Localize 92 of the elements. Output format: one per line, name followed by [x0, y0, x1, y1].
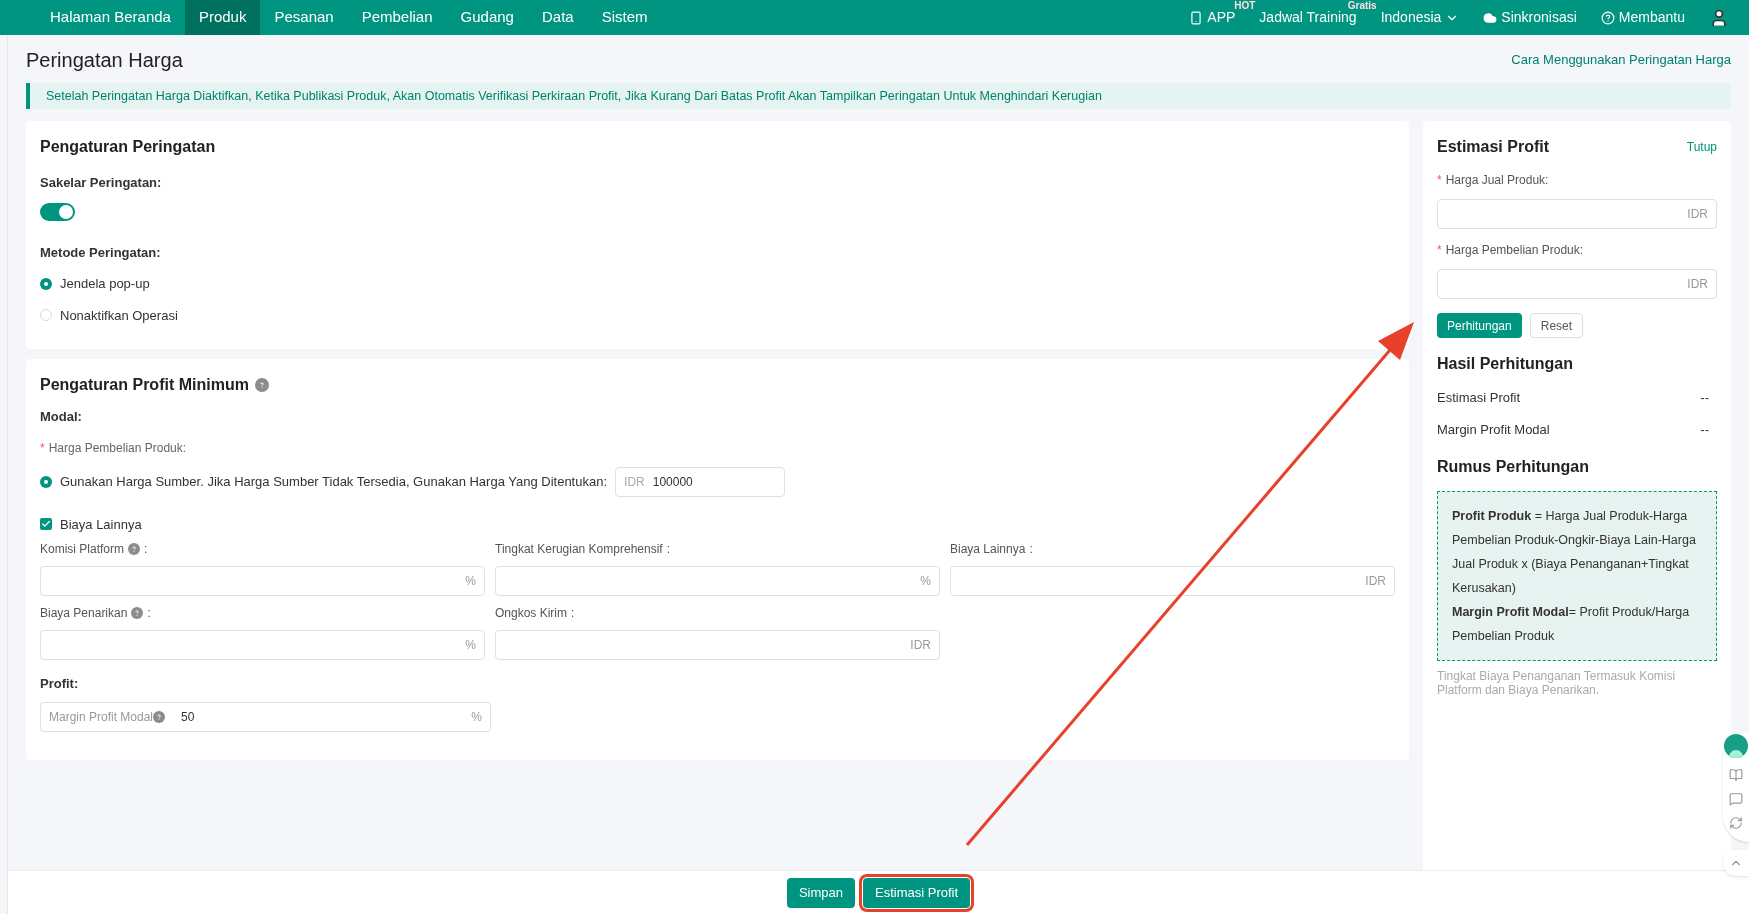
unit-label: % — [465, 637, 476, 654]
label-colon: : — [666, 541, 670, 558]
required-asterisk: * — [1437, 242, 1442, 259]
help-book-icon[interactable] — [1729, 768, 1743, 782]
radio-label: Gunakan Harga Sumber. Jika Harga Sumber Tidak Tersedia, Gunakan Harga Yang Ditentukan: — [60, 472, 608, 491]
price-field[interactable]: IDR 100000 — [615, 466, 786, 497]
calculate-button[interactable]: Perhitungan — [1437, 313, 1522, 338]
currency-prefix: IDR — [624, 473, 645, 491]
formula-text: Margin Profit Modal= Profit Produk/Harga Pembelian Produk — [1452, 604, 1691, 645]
field-label: Biaya Penarikan — [40, 605, 128, 622]
checkbox[interactable] — [40, 518, 52, 531]
nav-link[interactable]: Sinkronisasi — [1501, 7, 1577, 28]
help-icon — [1600, 10, 1615, 25]
result-value: -- — [1700, 389, 1709, 407]
fee-field[interactable]: IDR — [495, 630, 940, 660]
panel-title: Estimasi Profit — [1437, 137, 1550, 157]
close-link[interactable]: Tutup — [1686, 138, 1717, 156]
reset-button[interactable]: Reset — [1529, 313, 1584, 338]
field-label: Modal: — [40, 408, 83, 426]
nav-tab[interactable]: Sistem — [587, 0, 662, 35]
field-label: Harga Pembelian Produk: — [48, 439, 187, 457]
field-value: 50 — [181, 708, 196, 726]
field-label: Harga Jual Produk: — [1445, 172, 1549, 189]
cloud-icon — [1483, 10, 1498, 25]
fee-field[interactable]: % — [495, 566, 940, 596]
checkbox-label: Biaya Lainnya — [60, 515, 142, 534]
field-label: Ongkos Kirim — [495, 605, 568, 622]
formula-text: Profit Produk = Harga Jual Produk-Harga Pembelian Produk-Ongkir-Biaya Lain-Harga Jual Produk x (Biaya Penanganan+Tingkat Kerusakan) — [1452, 508, 1697, 597]
nav-tab[interactable]: Pembelian — [347, 0, 447, 35]
radio-label: Nonaktifkan Operasi — [60, 306, 178, 325]
label-colon: : — [144, 541, 148, 558]
footer-button[interactable]: Simpan — [786, 877, 855, 908]
unit-label: % — [465, 573, 476, 590]
nav-link[interactable]: APP — [1207, 7, 1236, 28]
unit-label: IDR — [1365, 573, 1386, 590]
fee-field[interactable]: % — [40, 630, 485, 660]
required-asterisk: * — [40, 439, 45, 457]
nav-tab[interactable]: Pesanan — [260, 0, 348, 35]
nav-link[interactable]: Membantu — [1618, 7, 1685, 28]
user-icon[interactable] — [1709, 7, 1729, 28]
unit-label: IDR — [1687, 206, 1708, 223]
nav-tab[interactable]: Data — [527, 0, 588, 35]
section-title: Rumus Perhitungan — [1437, 457, 1590, 477]
formula-note: Tingkat Biaya Penanganan Termasuk Komisi Platform dan Biaya Penarikan. — [1437, 669, 1677, 697]
unit-label: % — [920, 573, 931, 590]
section-title: Pengaturan Profit Minimum — [40, 375, 249, 395]
field-label: Tingkat Kerugian Komprehensif — [495, 541, 663, 558]
radio-label: Jendela pop-up — [60, 275, 150, 293]
label-colon: : — [1029, 541, 1033, 558]
required-asterisk: * — [1437, 172, 1442, 189]
field-label: Biaya Lainnya — [950, 541, 1026, 558]
nav-tab[interactable]: Halaman Beranda — [36, 0, 185, 35]
price-field[interactable]: IDR — [1437, 199, 1717, 229]
unit-label: IDR — [1687, 276, 1708, 293]
label-colon: : — [571, 605, 575, 622]
unit-label: % — [471, 708, 482, 726]
field-label: Metode Peringatan: — [40, 243, 162, 262]
section-title: Pengaturan Peringatan — [40, 137, 217, 157]
field-prefix: Margin Profit Modal — [49, 708, 154, 726]
field-label: Sakelar Peringatan: — [40, 174, 163, 192]
unit-label: IDR — [910, 637, 931, 654]
result-label: Margin Profit Modal — [1437, 420, 1550, 439]
help-icon — [254, 378, 269, 392]
nav-badge-label: HOT — [1234, 1, 1256, 11]
nav-tab[interactable]: Gudang — [446, 0, 528, 35]
radio-button[interactable] — [40, 277, 52, 290]
fee-field[interactable]: % — [40, 566, 485, 596]
label-colon: : — [147, 605, 151, 622]
help-link[interactable]: Cara Menggunakan Peringatan Harga — [1511, 50, 1731, 70]
chat-icon[interactable] — [1729, 792, 1743, 806]
field-label: Komisi Platform — [40, 541, 125, 558]
page-title: Peringatan Harga — [26, 48, 183, 73]
fee-field[interactable]: IDR — [950, 566, 1395, 596]
nav-tab[interactable]: Produk — [184, 0, 261, 35]
margin-field[interactable]: Margin Profit Modal 50 % — [40, 701, 491, 732]
field-label: Profit: — [40, 675, 80, 693]
help-icon — [153, 710, 166, 723]
radio-button[interactable] — [40, 475, 52, 488]
field-label: Harga Pembelian Produk: — [1445, 242, 1584, 259]
radio-button[interactable] — [40, 309, 52, 322]
result-label: Estimasi Profit — [1437, 389, 1521, 407]
section-title: Hasil Perhitungan — [1437, 354, 1575, 374]
toggle-switch[interactable] — [40, 202, 75, 221]
refresh-icon[interactable] — [1729, 816, 1743, 830]
phone-icon — [1189, 10, 1204, 25]
result-value: -- — [1700, 420, 1709, 439]
nav-badge-label: Gratis — [1347, 1, 1377, 11]
field-value: 100000 — [652, 473, 694, 491]
price-field[interactable]: IDR — [1437, 269, 1717, 299]
nav-link[interactable]: Indonesia — [1380, 7, 1442, 28]
notice-banner: Setelah Peringatan Harga Diaktifkan, Ketika Publikasi Produk, Akan Otomatis Verifikasi Perkiraan Profit, Jika Kurang Dari Batas Profit Akan Tampilkan Peringatan Untuk Menghindari Kerugian — [26, 83, 1731, 109]
avatar[interactable] — [1724, 734, 1748, 758]
